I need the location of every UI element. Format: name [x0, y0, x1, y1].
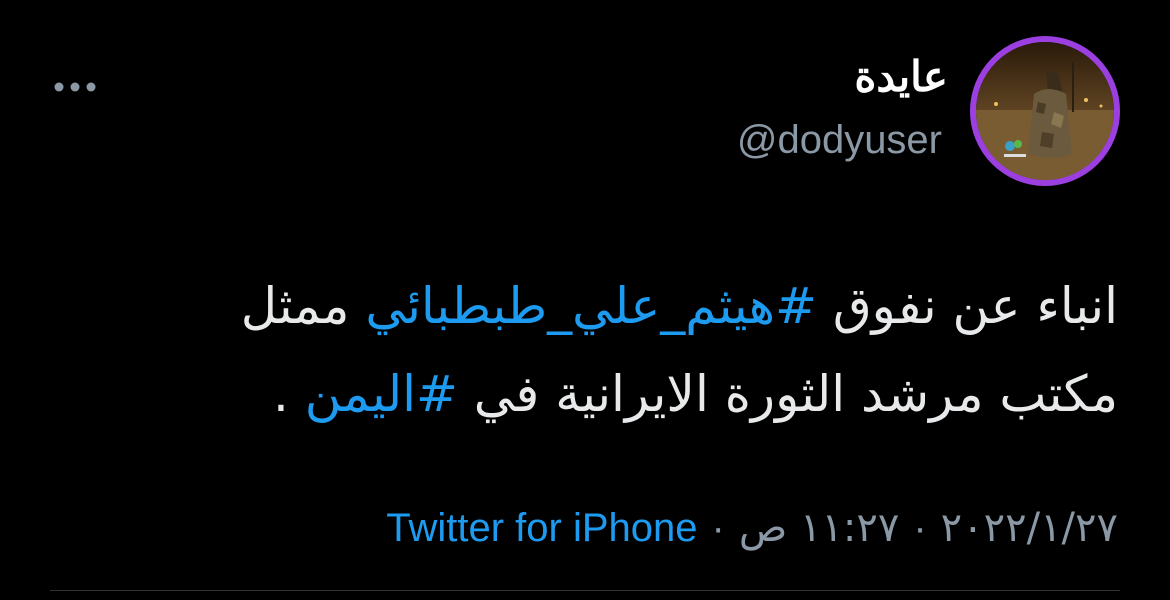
divider [50, 590, 1120, 591]
hashtag-link[interactable]: #اليمن [305, 365, 458, 423]
author-display-name[interactable]: عايدة [854, 56, 948, 98]
avatar-photo [976, 42, 1114, 180]
ellipsis-icon [54, 82, 96, 92]
tweet-time[interactable]: ١١:٢٧ ص [739, 500, 900, 556]
tweet-text-segment: . [272, 365, 305, 423]
avatar[interactable] [970, 36, 1120, 186]
meta-separator: · [711, 506, 725, 550]
tweet-metadata: Twitter for iPhone · ١١:٢٧ ص · ٢٠٢٢/١/٢٧ [386, 500, 1118, 556]
tweet-date[interactable]: ٢٠٢٢/١/٢٧ [941, 500, 1118, 556]
tweet-source-link[interactable]: Twitter for iPhone [386, 500, 697, 556]
author-username[interactable]: @dodyuser [737, 120, 942, 160]
more-options-button[interactable] [50, 72, 100, 102]
hashtag-link[interactable]: #هيثم_علي_طبطبائي [365, 277, 817, 335]
meta-separator: · [913, 506, 927, 550]
tweet-card: عايدة @dodyuser انباء عن نفوق #هيثم_علي_… [0, 0, 1170, 600]
tweet-text-segment: انباء عن نفوق [816, 277, 1118, 335]
tweet-text: انباء عن نفوق #هيثم_علي_طبطبائي ممثل مكت… [118, 262, 1118, 438]
